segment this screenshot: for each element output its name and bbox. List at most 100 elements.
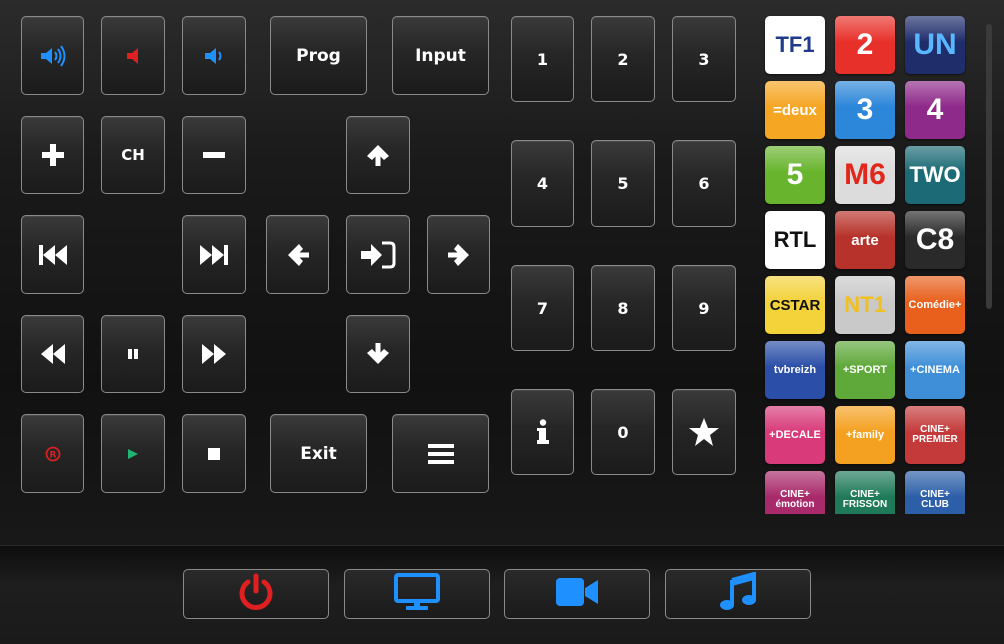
channel-logo[interactable]: CINE+ CLUB bbox=[905, 471, 965, 514]
music-note-icon bbox=[718, 571, 758, 616]
numpad-0-button[interactable]: 0 bbox=[591, 389, 655, 475]
power-button[interactable] bbox=[183, 569, 329, 619]
channel-logo[interactable]: CINE+ FRISSON bbox=[835, 471, 895, 514]
channel-logo-text: CSTAR bbox=[769, 296, 821, 314]
arrow-down-button[interactable] bbox=[346, 315, 410, 393]
prog-button[interactable]: Prog bbox=[270, 16, 367, 95]
numpad-label: 8 bbox=[617, 298, 629, 318]
mute-button[interactable] bbox=[101, 16, 165, 95]
arrow-down-icon bbox=[366, 342, 390, 366]
info-button[interactable] bbox=[511, 389, 574, 475]
fast-forward-button[interactable] bbox=[182, 315, 246, 393]
channel-logo[interactable]: 4 bbox=[905, 81, 965, 139]
favorites-button[interactable] bbox=[672, 389, 736, 475]
star-icon bbox=[688, 417, 720, 447]
channel-logo[interactable]: M6 bbox=[835, 146, 895, 204]
channel-logo[interactable]: 5 bbox=[765, 146, 825, 204]
channel-button[interactable]: CH bbox=[101, 116, 165, 194]
channel-logo[interactable]: tvbreizh bbox=[765, 341, 825, 399]
minus-icon bbox=[202, 151, 226, 159]
channel-logo[interactable]: 2 bbox=[835, 16, 895, 74]
numpad-5-button[interactable]: 5 bbox=[591, 140, 655, 227]
volume-up-button[interactable] bbox=[21, 16, 84, 95]
ch-label: CH bbox=[121, 146, 145, 164]
scrollbar-thumb[interactable] bbox=[986, 24, 992, 309]
numpad-2-button[interactable]: 2 bbox=[591, 16, 655, 102]
volume-down-button[interactable] bbox=[182, 16, 246, 95]
numpad-9-button[interactable]: 9 bbox=[672, 265, 736, 351]
exit-button[interactable]: Exit bbox=[270, 414, 367, 493]
channel-logo-text: CINE+ CLUB bbox=[920, 489, 950, 510]
arrow-right-button[interactable] bbox=[427, 215, 490, 294]
play-icon bbox=[127, 448, 139, 460]
volume-up-icon bbox=[39, 44, 67, 67]
input-button[interactable]: Input bbox=[392, 16, 489, 95]
channel-logo[interactable]: 3 bbox=[835, 81, 895, 139]
channel-logo[interactable]: +SPORT bbox=[835, 341, 895, 399]
channel-logo-text: =deux bbox=[773, 101, 817, 119]
numpad-label: 2 bbox=[617, 49, 629, 69]
channel-logo[interactable]: CINE+ PREMIER bbox=[905, 406, 965, 464]
channel-logo-text: +SPORT bbox=[842, 363, 888, 376]
play-button[interactable] bbox=[101, 414, 165, 493]
sign-in-icon bbox=[360, 240, 396, 270]
channel-list[interactable]: TF1 2 UN =deux 3 4 5 M6 TWO RTL arte C8 CSTAR NT1 Comé… bbox=[762, 14, 972, 514]
menu-button[interactable] bbox=[392, 414, 489, 493]
channel-logo-text: CINE+ FRISSON bbox=[842, 489, 888, 510]
prog-label: Prog bbox=[296, 45, 341, 66]
numpad-1-button[interactable]: 1 bbox=[511, 16, 574, 102]
stop-button[interactable] bbox=[182, 414, 246, 493]
arrow-up-button[interactable] bbox=[346, 116, 410, 194]
channel-logo[interactable]: +DECALE bbox=[765, 406, 825, 464]
music-mode-button[interactable] bbox=[665, 569, 811, 619]
pause-button[interactable] bbox=[101, 315, 165, 393]
arrow-up-icon bbox=[366, 143, 390, 167]
channel-logo-text: RTL bbox=[773, 227, 817, 252]
bottom-bar bbox=[0, 545, 1004, 644]
enter-button[interactable] bbox=[346, 215, 410, 294]
numpad-label: 5 bbox=[617, 174, 629, 193]
volume-mute-icon bbox=[125, 46, 141, 66]
arrow-left-button[interactable] bbox=[266, 215, 329, 294]
channel-logo-text: M6 bbox=[844, 158, 886, 191]
channel-logo[interactable]: RTL bbox=[765, 211, 825, 269]
next-track-button[interactable] bbox=[182, 215, 246, 294]
numpad-4-button[interactable]: 4 bbox=[511, 140, 574, 227]
record-button[interactable]: R bbox=[21, 414, 84, 493]
video-mode-button[interactable] bbox=[504, 569, 650, 619]
numpad-6-button[interactable]: 6 bbox=[672, 140, 736, 227]
channel-logo-text: C8 bbox=[915, 223, 955, 256]
numpad-label: 3 bbox=[698, 49, 710, 69]
channel-logo[interactable]: Comédie+ bbox=[905, 276, 965, 334]
channel-logo[interactable]: CSTAR bbox=[765, 276, 825, 334]
channel-up-button[interactable] bbox=[21, 116, 84, 194]
channel-logo-text: CINE+ émotion bbox=[775, 489, 815, 510]
skip-back-icon bbox=[38, 243, 68, 267]
video-camera-icon bbox=[555, 577, 599, 611]
channel-logo[interactable]: UN bbox=[905, 16, 965, 74]
channel-logo[interactable]: +family bbox=[835, 406, 895, 464]
numpad-label: 9 bbox=[698, 298, 710, 318]
rewind-button[interactable] bbox=[21, 315, 84, 393]
channel-logo-text: +CINEMA bbox=[910, 363, 960, 376]
channel-logo[interactable]: +CINEMA bbox=[905, 341, 965, 399]
previous-track-button[interactable] bbox=[21, 215, 84, 294]
tv-mode-button[interactable] bbox=[344, 569, 490, 619]
numpad-7-button[interactable]: 7 bbox=[511, 265, 574, 351]
channel-logo[interactable]: =deux bbox=[765, 81, 825, 139]
channel-logo[interactable]: arte bbox=[835, 211, 895, 269]
channel-logo[interactable]: NT1 bbox=[835, 276, 895, 334]
power-icon bbox=[236, 572, 276, 616]
channel-logo-text: 4 bbox=[926, 93, 944, 126]
channel-logo[interactable]: TF1 bbox=[765, 16, 825, 74]
channel-logo[interactable]: C8 bbox=[905, 211, 965, 269]
channel-logo[interactable]: TWO bbox=[905, 146, 965, 204]
channel-logo-text: Comédie+ bbox=[908, 298, 962, 311]
numpad-3-button[interactable]: 3 bbox=[672, 16, 736, 102]
channel-down-button[interactable] bbox=[182, 116, 246, 194]
numpad-label: 0 bbox=[617, 422, 629, 442]
numpad-8-button[interactable]: 8 bbox=[591, 265, 655, 351]
monitor-icon bbox=[394, 573, 440, 615]
channel-logo-text: tvbreizh bbox=[773, 363, 817, 376]
channel-logo[interactable]: CINE+ émotion bbox=[765, 471, 825, 514]
